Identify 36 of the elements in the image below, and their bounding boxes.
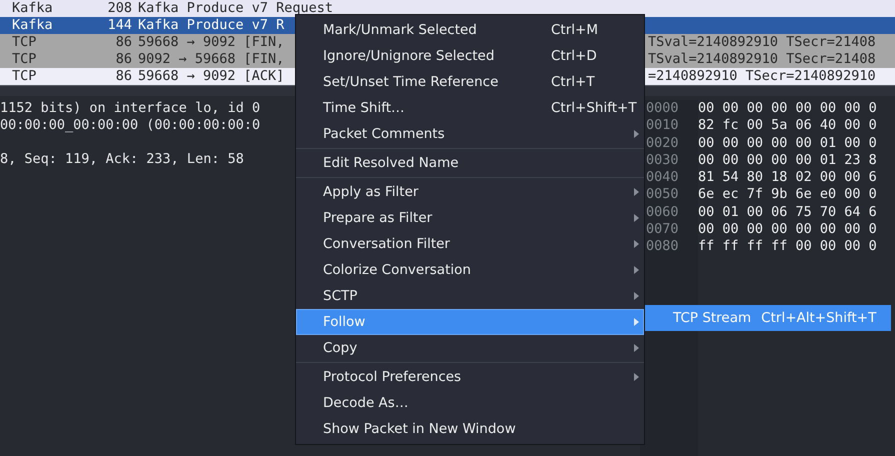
hex-bytes: 82 fc 00 5a 06 40 00 0 [698, 117, 877, 135]
hex-bytes: 81 54 80 18 02 00 00 6 [698, 169, 877, 186]
hex-bytes: 00 00 00 00 00 01 23 8 [698, 152, 877, 170]
hex-bytes: 6e ec 7f 9b 6e e0 00 0 [698, 186, 877, 204]
offset-text: 0060 [646, 204, 680, 222]
hex-bytes: 00 00 00 00 00 00 00 0 [698, 100, 877, 118]
info-cell-text: 9092 → 59668 [FIN, [138, 51, 286, 68]
length-cell-text: 86 [114, 68, 132, 85]
info-cell-text: Kafka Produce v7 R [138, 17, 286, 34]
offset-text: 0010 [646, 117, 680, 135]
protocol-cell-text: Kafka [11, 0, 54, 17]
offset-text: 0000 [646, 100, 680, 118]
info-cell-text: TSval=2140892910 TSecr=21408 [648, 51, 877, 68]
hex-bytes: 00 01 00 06 75 70 64 6 [698, 204, 877, 222]
offset-text: 0070 [646, 221, 680, 238]
length-cell-text: 208 [106, 0, 132, 17]
offset-text: 0030 [646, 152, 680, 170]
info-cell-text: 59668 → 9092 [ACK] [138, 68, 286, 85]
info-cell-text: 59668 → 9092 [FIN, [138, 34, 286, 51]
protocol-cell-text: TCP [11, 51, 38, 68]
info-cell-text: =2140892910 TSecr=2140892910 [648, 68, 877, 85]
protocol-cell-text: TCP [11, 68, 38, 85]
offset-text: 0080 [646, 238, 680, 256]
offset-text: 0020 [646, 134, 680, 152]
length-cell-text: 86 [114, 51, 132, 68]
protocol-cell-text: TCP [11, 34, 38, 51]
protocol-cell-text: Kafka [11, 17, 54, 34]
offset-text: 0040 [646, 169, 680, 186]
hex-bytes: 00 00 00 00 00 01 00 0 [698, 134, 877, 152]
info-cell: Kafka Produce v7 Request [138, 0, 334, 17]
hex-bytes: 00 00 00 00 00 00 00 0 [698, 221, 877, 238]
length-cell-text: 86 [114, 34, 132, 51]
offset-text: 0050 [646, 186, 680, 204]
info-cell-text: TSval=2140892910 TSecr=21408 [648, 34, 877, 51]
hex-bytes: ff ff ff ff 00 00 00 0 [698, 238, 877, 256]
length-cell-text: 144 [106, 17, 132, 34]
